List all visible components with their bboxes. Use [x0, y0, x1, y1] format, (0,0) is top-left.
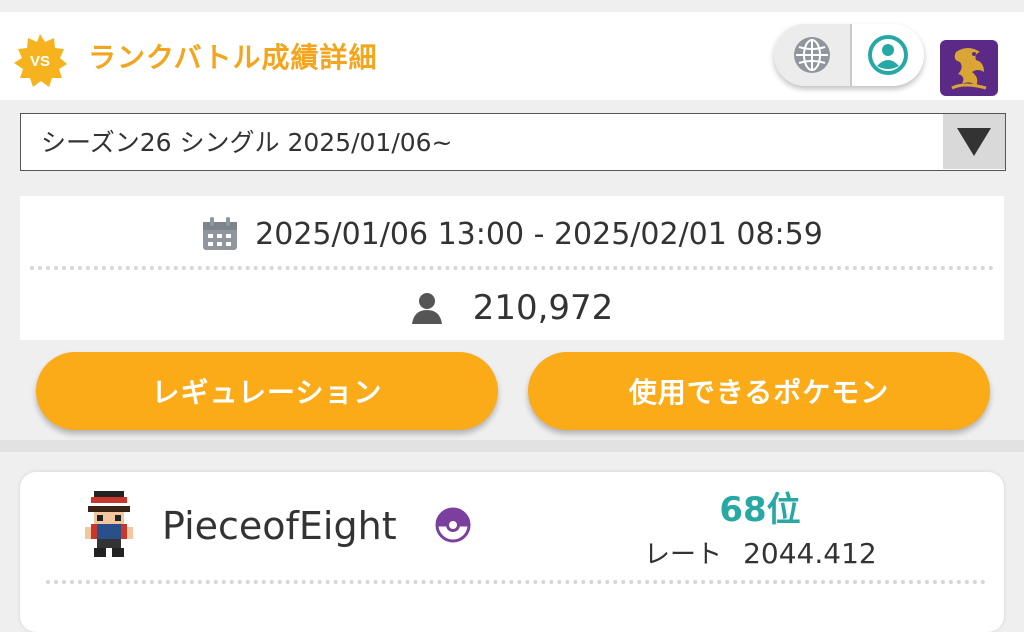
global-view-button[interactable] — [774, 24, 850, 86]
divider-dotted — [30, 266, 994, 270]
season-period-row: 2025/01/06 13:00 - 2025/02/01 08:59 — [20, 206, 1004, 262]
player-name[interactable]: PieceofEight — [162, 502, 397, 550]
person-icon — [411, 293, 442, 324]
pokeball-icon — [435, 507, 471, 543]
page-header: VS ランクバトル成績詳細 — [0, 12, 1024, 100]
page-title: ランクバトル成績詳細 — [88, 41, 378, 74]
ranking-card[interactable]: PieceofEight 68位 レート 2044.412 — [20, 472, 1004, 632]
season-select[interactable]: シーズン26 シングル 2025/01/06~ — [20, 113, 1006, 171]
section-separator — [0, 440, 1024, 452]
rate-label: レート — [644, 540, 723, 570]
dragon-avatar-icon[interactable] — [940, 40, 998, 96]
user-circle-icon — [868, 35, 908, 75]
trainer-sprite-icon — [85, 491, 133, 557]
rate-value: 2044.412 — [743, 537, 877, 570]
player-count: 210,972 — [472, 288, 614, 328]
rate-row: レート 2044.412 — [644, 534, 877, 574]
personal-view-button[interactable] — [852, 24, 924, 86]
triangle-down-icon — [957, 127, 991, 156]
usable-pokemon-button[interactable]: 使用できるポケモン — [528, 352, 990, 430]
divider-dotted — [46, 580, 986, 584]
dragon-emblem-icon — [951, 48, 987, 90]
globe-icon — [794, 37, 830, 73]
season-select-value: シーズン26 シングル 2025/01/06~ — [41, 128, 453, 157]
season-period: 2025/01/06 13:00 - 2025/02/01 08:59 — [255, 216, 823, 252]
player-count-row: 210,972 — [20, 280, 1004, 336]
vs-badge-text: VS — [30, 53, 50, 70]
select-arrow-button[interactable] — [943, 114, 1005, 169]
top-strip — [0, 0, 1024, 12]
vs-badge-icon: VS — [14, 34, 67, 87]
regulation-button[interactable]: レギュレーション — [36, 352, 498, 430]
season-info-card: 2025/01/06 13:00 - 2025/02/01 08:59 210,… — [20, 196, 1004, 340]
calendar-icon — [203, 217, 238, 250]
view-toggle[interactable] — [774, 24, 924, 86]
rank-position: 68位 — [719, 490, 801, 530]
